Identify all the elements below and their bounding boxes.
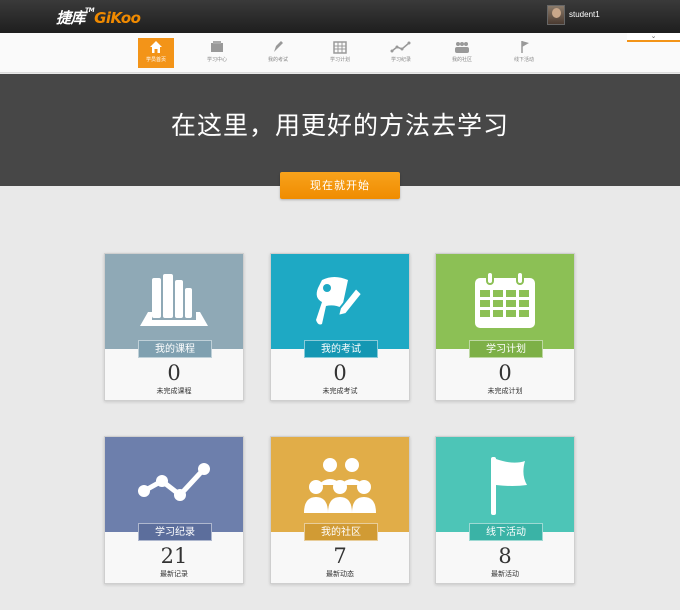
card-title: 学习纪录: [138, 523, 212, 541]
card-title: 我的考试: [304, 340, 378, 358]
card-count: 7: [333, 544, 347, 568]
hero-banner: 在这里，用更好的方法去学习: [0, 74, 680, 186]
nav-item-my-exams[interactable]: 我的考试: [260, 38, 296, 68]
main-nav: 学员首页 学习中心 我的考试 学习计划 学习纪录 我的社区 线下活动: [0, 33, 680, 73]
card-subtitle: 最新动态: [326, 570, 354, 578]
pen-icon: [274, 41, 283, 52]
card-study-records[interactable]: 学习纪录 21 最新记录: [104, 436, 244, 584]
card-subtitle: 未完成课程: [156, 387, 192, 395]
logo-cn: 捷库: [56, 9, 86, 27]
avatar[interactable]: [547, 5, 565, 25]
card-my-courses[interactable]: 我的课程 0 未完成课程: [104, 253, 244, 401]
logo-tm: TM: [85, 7, 95, 14]
hero-title: 在这里，用更好的方法去学习: [170, 111, 509, 140]
nav-label: 学习纪录: [390, 57, 411, 63]
nav-item-home[interactable]: 学员首页: [138, 38, 174, 68]
card-header: [105, 437, 243, 532]
card-count: 0: [333, 361, 347, 385]
chart-line-icon: [390, 41, 411, 53]
nav-label: 学习中心: [206, 57, 227, 63]
nav-label: 我的考试: [267, 57, 288, 63]
nav-item-study-plan[interactable]: 学习计划: [322, 38, 358, 68]
username[interactable]: student1: [569, 10, 600, 19]
calendar-icon: [475, 271, 535, 328]
card-header: [105, 254, 243, 349]
dropdown-toggle[interactable]: ⌄: [627, 33, 680, 42]
card-count: 21: [160, 544, 188, 568]
card-header: [271, 437, 409, 532]
nav-label: 我的社区: [451, 57, 472, 63]
nav-item-community[interactable]: 我的社区: [444, 38, 480, 68]
calendar-icon: [333, 41, 347, 54]
top-header: 捷库TMGiKoo student1: [0, 0, 680, 33]
card-count: 0: [167, 361, 181, 385]
nav-label: 学习计划: [329, 57, 350, 63]
card-my-exams[interactable]: 我的考试 0 未完成考试: [270, 253, 410, 401]
home-icon: [150, 41, 162, 53]
card-study-plan[interactable]: 学习计划 0 未完成计划: [435, 253, 575, 401]
nav-label: 学员首页: [145, 57, 166, 63]
card-subtitle: 最新记录: [160, 570, 188, 578]
books-icon: [140, 274, 208, 326]
book-icon: [211, 41, 223, 52]
people-icon: [304, 458, 376, 513]
card-count: 0: [498, 361, 512, 385]
nav-item-offline-events[interactable]: 线下活动: [506, 38, 542, 68]
card-subtitle: 未完成考试: [322, 387, 358, 395]
logo[interactable]: 捷库TMGiKoo: [56, 7, 141, 27]
card-header: [271, 254, 409, 349]
card-title: 线下活动: [469, 523, 543, 541]
nav-item-study-records[interactable]: 学习纪录: [383, 38, 419, 68]
card-subtitle: 未完成计划: [487, 387, 523, 395]
card-title: 我的课程: [138, 340, 212, 358]
card-offline-events[interactable]: 线下活动 8 最新活动: [435, 436, 575, 584]
card-subtitle: 最新活动: [491, 570, 519, 578]
logo-en: GiKoo: [94, 9, 141, 27]
card-title: 学习计划: [469, 340, 543, 358]
chart-line-icon: [138, 463, 210, 501]
flag-icon: [491, 457, 527, 515]
nav-label: 线下活动: [513, 57, 534, 63]
card-header: [436, 254, 574, 349]
card-header: [436, 437, 574, 532]
exam-pen-icon: [316, 277, 364, 325]
start-now-button[interactable]: 现在就开始: [280, 172, 400, 199]
card-count: 8: [498, 544, 512, 568]
flag-icon: [521, 41, 529, 53]
card-title: 我的社区: [304, 523, 378, 541]
nav-item-study-center[interactable]: 学习中心: [199, 38, 235, 68]
people-icon: [455, 42, 469, 53]
chevron-down-icon: ⌄: [650, 32, 657, 40]
card-community[interactable]: 我的社区 7 最新动态: [270, 436, 410, 584]
